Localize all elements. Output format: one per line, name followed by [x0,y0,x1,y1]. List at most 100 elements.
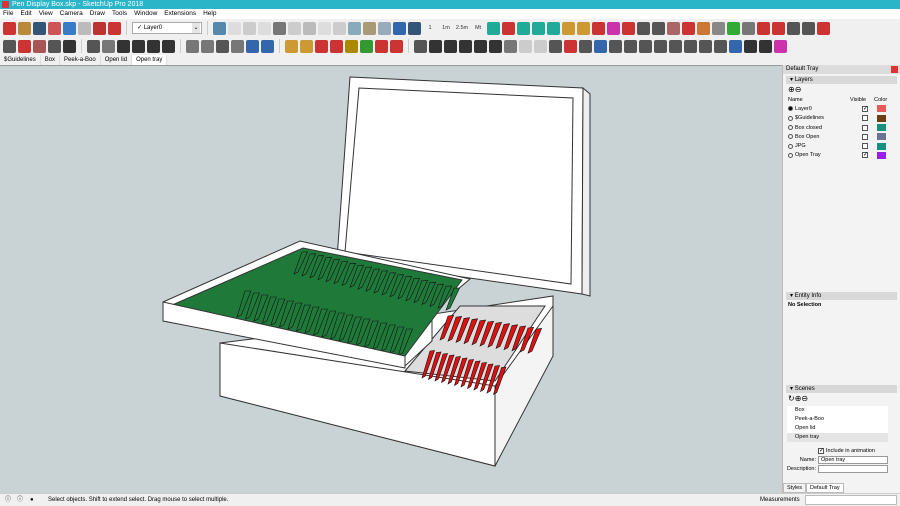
open-folder-icon[interactable] [18,21,31,35]
chart-icon[interactable] [562,21,575,35]
cube-2-icon[interactable] [345,39,358,53]
iso-view-icon[interactable] [213,21,226,35]
copy-icon[interactable] [534,39,547,53]
save-as-icon[interactable] [48,21,61,35]
component-icon[interactable] [757,21,770,35]
layer-row[interactable]: Layer0 ✓ [783,104,900,113]
hidden-line-icon[interactable] [333,21,346,35]
curve-icon[interactable] [699,39,712,53]
viewport[interactable] [0,65,782,493]
text-button-3[interactable]: Mt [471,25,485,31]
home-2-icon[interactable] [444,39,457,53]
chevron-down-icon[interactable]: ⌄ [192,23,200,33]
home-5-icon[interactable] [489,39,502,53]
refresh-icon[interactable]: ↻ [788,394,795,403]
layer-row[interactable]: JPG [783,141,900,150]
undo-icon[interactable] [63,21,76,35]
right-view-icon[interactable] [258,21,271,35]
left-view-icon[interactable] [288,21,301,35]
scene-tab[interactable]: Peek-a-Boo [60,55,101,65]
scene-tab[interactable]: Box [41,55,61,65]
spiral-4-icon[interactable] [654,39,667,53]
remove-layer-icon[interactable]: ⊖ [795,85,802,94]
user-icon[interactable]: ● [30,494,34,506]
axis-icon[interactable] [390,39,403,53]
dims-icon[interactable] [414,39,427,53]
tag-icon[interactable] [774,39,787,53]
layers-stack-icon[interactable] [517,21,530,35]
model-info-icon[interactable] [108,21,121,35]
tree-2-icon[interactable] [330,39,343,53]
layers-3-icon[interactable] [547,21,560,35]
back-view-icon[interactable] [273,21,286,35]
home-1-icon[interactable] [429,39,442,53]
info-icon[interactable]: ⓘ [17,494,23,506]
layer-row[interactable]: Box closed [783,123,900,132]
house-4-icon[interactable] [162,39,175,53]
textured-icon[interactable] [363,21,376,35]
scene-item[interactable]: Open tray [787,433,888,442]
scene-item[interactable]: Peek-a-Boo [787,415,888,424]
shadow-6-icon[interactable] [261,39,274,53]
paint-icon[interactable] [592,21,605,35]
active-layer-radio[interactable] [788,115,793,121]
menu-tools[interactable]: Tools [112,9,127,19]
lock-icon[interactable] [744,39,757,53]
wireframe-icon[interactable] [318,21,331,35]
tab-default-tray[interactable]: Default Tray [805,483,844,493]
shield-icon[interactable] [637,21,650,35]
paint-bucket-icon[interactable] [33,39,46,53]
active-layer-radio[interactable] [788,125,793,131]
layer-row[interactable]: Open Tray ✓ [783,151,900,160]
layer-select[interactable]: ✓ Layer0 ⌄ [132,22,202,34]
layer-color-swatch[interactable] [877,114,886,122]
shadow-2-icon[interactable] [201,39,214,53]
scene-tab[interactable]: Open lid [101,55,133,65]
active-layer-radio[interactable] [788,143,793,149]
hat-icon[interactable] [667,21,680,35]
active-layer-radio[interactable] [788,152,793,158]
menu-edit[interactable]: Edit [20,9,31,19]
text-button-0[interactable]: 1 [423,25,437,31]
add-layer-icon[interactable]: ⊕ [788,85,795,94]
menu-camera[interactable]: Camera [60,9,83,19]
sandbox-1-icon[interactable] [487,21,500,35]
include-checkbox[interactable]: ✓ [818,448,824,454]
text-button-1[interactable]: 1m [439,25,453,31]
grid-icon[interactable] [787,21,800,35]
box-red-icon[interactable] [682,21,695,35]
scale-icon[interactable] [729,39,742,53]
box-icon[interactable] [102,39,115,53]
xray-icon[interactable] [303,21,316,35]
print-icon[interactable] [93,21,106,35]
house-1-icon[interactable] [117,39,130,53]
layer-row[interactable]: $Guidelines [783,114,900,123]
filter-icon[interactable] [759,39,772,53]
visible-checkbox[interactable]: ✓ [862,105,868,112]
arc-icon[interactable] [594,39,607,53]
grid-2-icon[interactable] [802,21,815,35]
globe-icon[interactable] [408,21,421,35]
scene-item[interactable]: Open lid [787,424,888,433]
layer-color-swatch[interactable] [877,105,886,113]
sandbox-icon[interactable] [360,39,373,53]
lasso-icon[interactable] [579,39,592,53]
layer-row[interactable]: Box Open [783,132,900,141]
save-icon[interactable] [33,21,46,35]
active-layer-radio[interactable] [788,134,793,140]
visible-checkbox[interactable] [862,143,868,150]
layers-2-icon[interactable] [532,21,545,35]
visible-checkbox[interactable]: ✓ [862,152,868,159]
tree-3-icon[interactable] [375,39,388,53]
rect-icon[interactable] [504,39,517,53]
menu-window[interactable]: Window [134,9,157,19]
flip-icon[interactable] [607,21,620,35]
scale-2-icon[interactable] [772,21,785,35]
scene-tab[interactable]: Open tray [132,55,168,65]
shadow-4-icon[interactable] [231,39,244,53]
component-icon[interactable] [87,39,100,53]
scale-icon[interactable] [622,21,635,35]
active-layer-radio[interactable] [788,106,793,112]
select-icon[interactable] [3,39,16,53]
text-button-2[interactable]: 2.5m [455,25,469,31]
